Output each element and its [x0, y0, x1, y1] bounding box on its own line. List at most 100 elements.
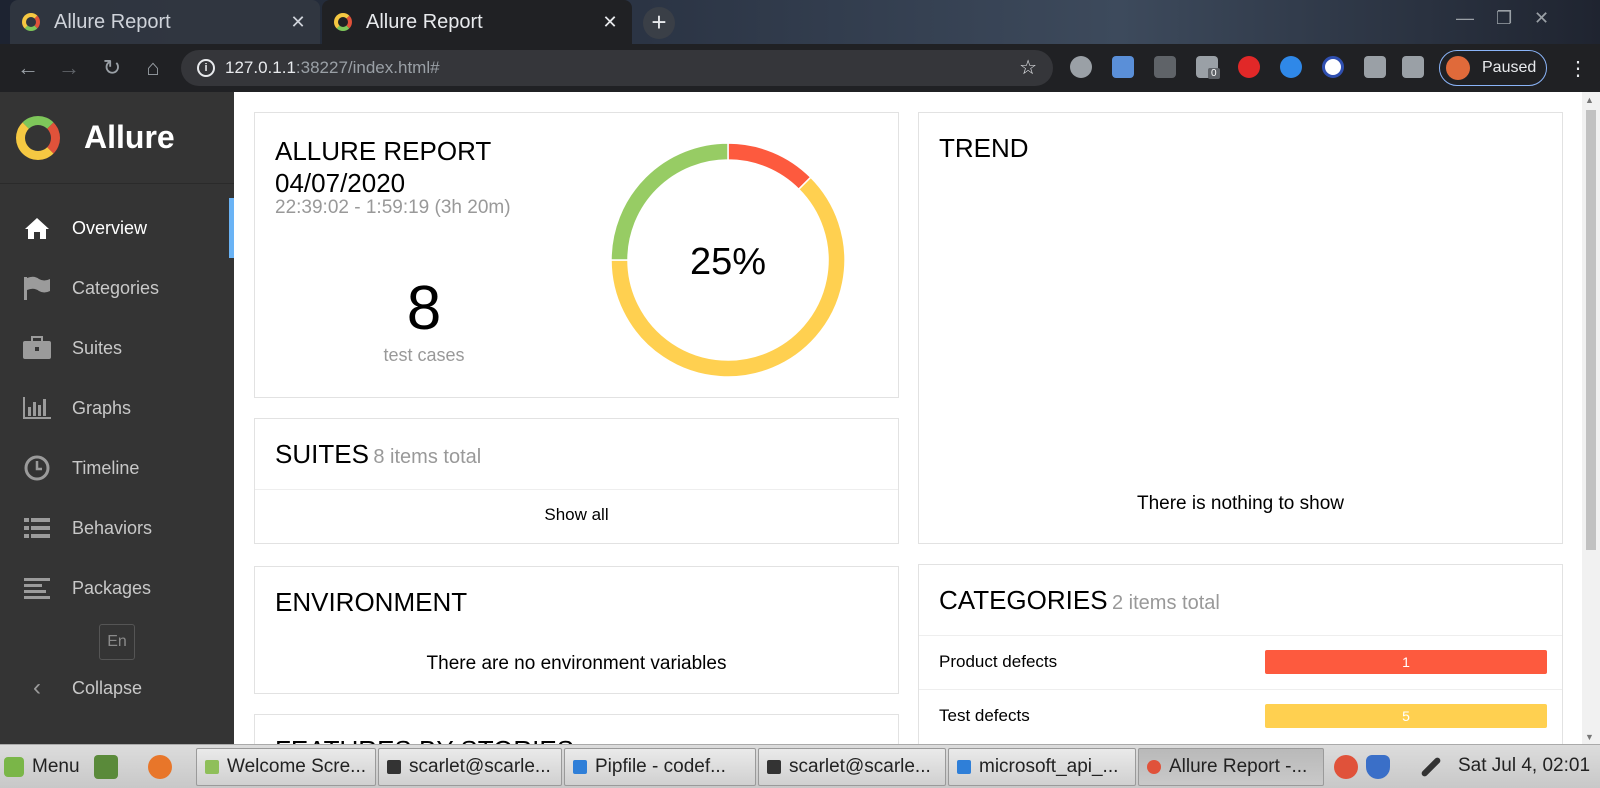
home-button-icon[interactable]: ⌂ [139, 54, 167, 82]
chrome-tray-icon[interactable] [1334, 755, 1358, 779]
window-label: microsoft_api_... [979, 756, 1119, 777]
vscode-icon [573, 760, 587, 774]
taskbar-window[interactable]: Pipfile - codef... [564, 748, 756, 786]
profile-button[interactable]: Paused [1439, 50, 1547, 86]
tab-title: Allure Report [366, 10, 483, 33]
browser-toolbar: ← → ↻ ⌂ i 127.0.1.1:38227/index.html# ☆ … [0, 44, 1600, 92]
owl-extension-icon[interactable] [1112, 56, 1134, 78]
window-icon [205, 760, 219, 774]
sidebar-item-suites[interactable]: Suites [0, 318, 234, 378]
sidebar-item-label: Timeline [72, 457, 140, 478]
window-label: Welcome Scre... [227, 756, 367, 777]
category-bar: 1 [1265, 650, 1547, 674]
close-icon[interactable]: ✕ [288, 12, 308, 33]
chrome-icon [1147, 760, 1161, 774]
sidebar-item-timeline[interactable]: Timeline [0, 438, 234, 498]
language-switch[interactable]: En [99, 624, 135, 660]
puzzle-extensions-icon[interactable] [1402, 56, 1424, 78]
features-widget: FEATURES BY STORIES [254, 714, 899, 744]
taskbar-window[interactable]: scarlet@scarle... [758, 748, 946, 786]
shield-icon[interactable] [1366, 755, 1390, 779]
taskbar-window-active[interactable]: Allure Report -... [1138, 748, 1324, 786]
scrollbar-thumb[interactable] [1586, 110, 1596, 550]
sidebar-item-categories[interactable]: Categories [0, 258, 234, 318]
status-donut-chart[interactable]: 25% [611, 143, 845, 377]
suites-widget: SUITES 8 items total Show all [254, 418, 899, 544]
home-icon [22, 215, 52, 241]
window-label: scarlet@scarle... [409, 756, 551, 777]
allure-logo-icon [16, 115, 60, 160]
profile-status: Paused [1482, 59, 1537, 76]
category-name: Product defects [939, 652, 1058, 671]
sidebar-item-label: Categories [72, 277, 160, 298]
trend-empty-message: There is nothing to show [1136, 493, 1344, 514]
close-icon[interactable]: ✕ [600, 12, 620, 33]
flag-icon [22, 275, 52, 301]
suites-count: 8 items total [373, 446, 482, 468]
brand[interactable]: Allure [0, 92, 234, 184]
sidebar-item-label: Behaviors [72, 517, 153, 538]
scroll-down-icon[interactable]: ▼ [1585, 732, 1594, 742]
categories-widget: CATEGORIES 2 items total Product defects… [918, 564, 1563, 744]
new-tab-button[interactable]: + [643, 7, 675, 39]
sidebar-item-graphs[interactable]: Graphs [0, 378, 234, 438]
sidebar-item-label: Collapse [72, 677, 143, 698]
vscode-icon [957, 760, 971, 774]
show-all-link[interactable]: Show all [255, 505, 898, 525]
firefox-icon[interactable] [148, 755, 172, 779]
test-case-count: 8 [406, 274, 442, 343]
taskbar-window[interactable]: Welcome Scre... [196, 748, 376, 786]
globe-extension-icon[interactable] [1070, 56, 1092, 78]
window-label: Allure Report -... [1169, 756, 1308, 777]
sidebar-item-overview[interactable]: Overview [0, 198, 234, 258]
category-row[interactable]: Test defects 5 [919, 689, 1562, 743]
back-icon[interactable]: ← [14, 54, 42, 82]
browser-tab[interactable]: Allure Report ✕ [10, 0, 320, 44]
sidebar-item-label: Overview [72, 217, 148, 238]
start-menu-button[interactable]: Menu [4, 751, 80, 783]
taskbar-window[interactable]: scarlet@scarle... [378, 748, 562, 786]
sync-extension-icon[interactable] [1280, 56, 1302, 78]
bookmark-star-icon[interactable]: ☆ [1019, 50, 1037, 86]
taskbar-clock[interactable]: Sat Jul 4, 02:01 [1458, 755, 1590, 777]
forward-icon[interactable]: → [55, 54, 83, 82]
hand-block-extension-icon[interactable] [1238, 56, 1260, 78]
address-bar[interactable]: i 127.0.1.1:38227/index.html# ☆ [181, 50, 1053, 86]
reload-icon[interactable]: ↻ [98, 54, 126, 82]
os-taskbar: Menu Welcome Scre... scarlet@scarle... P… [0, 744, 1600, 788]
align-left-icon [22, 575, 52, 601]
brand-name: Allure [84, 119, 175, 155]
sidebar-collapse-button[interactable]: ‹ Collapse [0, 662, 234, 714]
network-icon[interactable] [1420, 756, 1442, 778]
sidebar-item-label: Suites [72, 337, 123, 358]
taskbar-window[interactable]: microsoft_api_... [948, 748, 1136, 786]
password-extension-icon[interactable] [1154, 56, 1176, 78]
help-extension-icon[interactable]: 0 [1196, 56, 1220, 79]
browser-tab-active[interactable]: Allure Report ✕ [322, 0, 632, 44]
sidebar-item-behaviors[interactable]: Behaviors [0, 498, 234, 558]
bookmark-extension-icon[interactable] [1364, 56, 1386, 78]
window-close-icon[interactable]: ✕ [1534, 8, 1549, 29]
url-path: :38227/index.html# [295, 58, 440, 77]
category-name: Test defects [939, 706, 1030, 725]
category-bar: 5 [1265, 704, 1547, 728]
minimize-icon[interactable]: — [1456, 8, 1474, 29]
report-date: 04/07/2020 [275, 168, 406, 198]
browser-menu-icon[interactable]: ⋮ [1568, 56, 1588, 81]
categories-header: CATEGORIES 2 items total [939, 585, 1220, 616]
extension-badge: 0 [1208, 68, 1220, 79]
sidebar-item-packages[interactable]: Packages [0, 558, 234, 618]
terminal-icon [767, 760, 781, 774]
list-icon [22, 515, 52, 541]
trend-title: TREND [939, 133, 1029, 163]
site-info-icon[interactable]: i [197, 59, 215, 77]
category-row[interactable]: Product defects 1 [919, 635, 1562, 689]
show-desktop-icon[interactable] [94, 755, 118, 779]
donut-slice-failed[interactable] [727, 143, 812, 191]
scroll-up-icon[interactable]: ▲ [1585, 95, 1594, 105]
maximize-icon[interactable]: ❐ [1496, 8, 1512, 29]
block-extension-icon[interactable] [1322, 56, 1344, 78]
suites-header: SUITES 8 items total [275, 439, 481, 470]
window-label: Pipfile - codef... [595, 756, 726, 777]
page-scrollbar[interactable]: ▲ ▼ [1582, 92, 1600, 744]
